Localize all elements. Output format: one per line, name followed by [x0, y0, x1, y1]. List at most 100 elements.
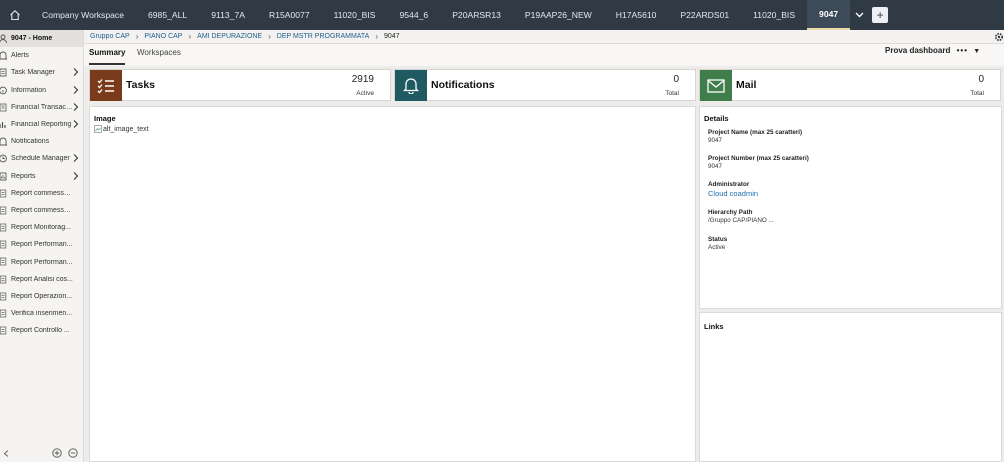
chevron-down-icon[interactable]: ▼: [973, 48, 980, 55]
links-panel: Links: [699, 312, 1002, 462]
report-document-icon: [0, 326, 7, 335]
sidebar-item-label: Report commesse...: [11, 189, 73, 197]
sidebar-item[interactable]: Financial Reporting: [0, 116, 83, 133]
sidebar-item-label: Notifications: [11, 138, 50, 146]
report-icon: [0, 172, 7, 180]
sidebar-item[interactable]: Report Controllo ...: [0, 322, 83, 339]
chevron-right-icon[interactable]: [72, 85, 79, 95]
image-panel-title: Image: [94, 114, 116, 123]
administrator-link[interactable]: Cloud coadmin: [708, 189, 758, 198]
subtab-bar: Summary Workspaces Prova dashboard ••• ▼: [84, 44, 1004, 66]
tab-workspaces[interactable]: Workspaces: [137, 48, 181, 65]
tab-company-workspace[interactable]: Company Workspace: [30, 0, 136, 30]
sidebar-item-label: Report Performan...: [11, 241, 73, 249]
sidebar-item[interactable]: Report Operazion...: [0, 288, 83, 305]
chevron-right-icon[interactable]: [72, 171, 79, 181]
bell-icon: [403, 78, 419, 94]
breadcrumb-separator-icon: ›: [135, 32, 139, 41]
tab-p19aap26-new[interactable]: P19AAP26_NEW: [513, 0, 604, 30]
sidebar-item[interactable]: Report Analisi cos...: [0, 271, 83, 288]
breadcrumb-separator-icon: ›: [268, 32, 271, 41]
breadcrumb-ami-depurazione[interactable]: AMI DEPURAZIONE: [197, 33, 262, 40]
tab-11020-bis-2[interactable]: 11020_BIS: [741, 0, 807, 30]
sidebar-item[interactable]: Report commesse...: [0, 202, 83, 219]
tab-9047[interactable]: 9047: [807, 0, 851, 30]
sidebar-item-label: Financial Transacti...: [11, 103, 73, 111]
sidebar-footer: [0, 444, 84, 462]
clock-icon: [0, 154, 7, 163]
zoom-in-icon[interactable]: [52, 448, 62, 458]
sidebar-item-label: Report Controllo ...: [11, 327, 70, 335]
breadcrumb-piano-cap[interactable]: PIANO CAP: [144, 33, 182, 40]
user-icon: [0, 34, 7, 43]
dashboard-label: Prova dashboard: [885, 46, 951, 55]
sidebar-item[interactable]: Report Performan...: [0, 253, 83, 270]
mail-total: Total: [970, 90, 984, 97]
sidebar-item[interactable]: Verifica inserimen...: [0, 305, 83, 322]
gear-icon[interactable]: [994, 32, 1004, 42]
project-number-value: 9047: [708, 163, 723, 170]
sidebar-item[interactable]: Report Performan...: [0, 236, 83, 253]
tab-r15a0077[interactable]: R15A0077: [257, 0, 322, 30]
sidebar-item[interactable]: Reports: [0, 168, 83, 185]
mail-title: Mail: [736, 79, 757, 91]
mail-card[interactable]: Mail 0 Total: [699, 69, 1001, 101]
sidebar-item-label: Report Operazion...: [11, 292, 73, 300]
tab-11020-bis[interactable]: 11020_BIS: [322, 0, 388, 30]
zoom-out-icon[interactable]: [68, 448, 78, 458]
broken-image-icon: [94, 125, 102, 133]
sidebar-item[interactable]: Report Monitorag...: [0, 219, 83, 236]
tab-6985-all[interactable]: 6985_ALL: [136, 0, 199, 30]
notifications-icon-box: [395, 70, 427, 101]
sidebar-item-label: Verifica inserimen...: [11, 310, 73, 318]
tab-9544-6[interactable]: 9544_6: [388, 0, 441, 30]
chevron-right-icon[interactable]: [72, 67, 79, 77]
sidebar-item-label: Information: [11, 86, 47, 94]
add-tab-button[interactable]: +: [872, 7, 889, 23]
links-title: Links: [704, 322, 724, 331]
home-icon[interactable]: [0, 0, 30, 30]
tasks-card[interactable]: Tasks 2919 Active: [89, 69, 391, 101]
chevron-right-icon[interactable]: [72, 102, 79, 112]
breadcrumb-dep-mstr[interactable]: DEP MSTR PROGRAMMATA: [277, 33, 370, 40]
tab-summary[interactable]: Summary: [89, 48, 126, 65]
sidebar-item[interactable]: Alerts: [0, 47, 83, 64]
info-icon: [0, 86, 7, 94]
chevron-right-icon[interactable]: [72, 119, 79, 129]
document-icon: [0, 103, 7, 112]
status-label: Status: [708, 236, 728, 243]
report-document-icon: [0, 223, 7, 232]
notifications-card[interactable]: Notifications 0 Total: [394, 69, 696, 101]
sidebar-item[interactable]: Schedule Manager: [0, 150, 83, 167]
tasks-status: Active: [356, 90, 374, 97]
sidebar-item[interactable]: Financial Transacti...: [0, 99, 83, 116]
more-icon[interactable]: •••: [957, 46, 968, 55]
sidebar-item[interactable]: Report commesse...: [0, 185, 83, 202]
mail-count: 0: [978, 74, 984, 85]
sidebar-item[interactable]: Task Manager: [0, 64, 83, 81]
collapse-sidebar-icon[interactable]: [3, 450, 9, 457]
notifications-total: Total: [665, 90, 679, 97]
sidebar: 9047 - Home Alerts Task Manager Information…: [0, 30, 84, 462]
sidebar-item-label: Report commesse...: [11, 206, 73, 214]
sidebar-item-label: Task Manager: [11, 69, 55, 77]
sidebar-item-label: Alerts: [11, 52, 29, 60]
report-document-icon: [0, 292, 7, 301]
report-document-icon: [0, 189, 7, 198]
report-document-icon: [0, 258, 7, 266]
dashboard-selector[interactable]: Prova dashboard ••• ▼: [885, 46, 980, 55]
sidebar-item-label: Report Analisi cos...: [11, 275, 73, 283]
tab-9113-7a[interactable]: 9113_7A: [199, 0, 257, 30]
sidebar-item[interactable]: 9047 - Home: [0, 30, 83, 48]
tab-h17a5610[interactable]: H17A5610: [604, 0, 669, 30]
tab-p22ards01[interactable]: P22ARDS01: [668, 0, 741, 30]
tasks-count: 2919: [351, 74, 374, 85]
sidebar-item[interactable]: Notifications: [0, 133, 83, 150]
breadcrumb-gruppo-cap[interactable]: Gruppo CAP: [90, 33, 130, 40]
broken-image: alt_image_text: [94, 125, 149, 133]
sidebar-item[interactable]: Information: [0, 82, 83, 99]
sidebar-item-label: Reports: [11, 172, 36, 180]
tab-p20arsr13[interactable]: P20ARSR13: [440, 0, 513, 30]
chevron-right-icon[interactable]: [72, 153, 79, 163]
chevron-down-icon[interactable]: [850, 0, 868, 30]
